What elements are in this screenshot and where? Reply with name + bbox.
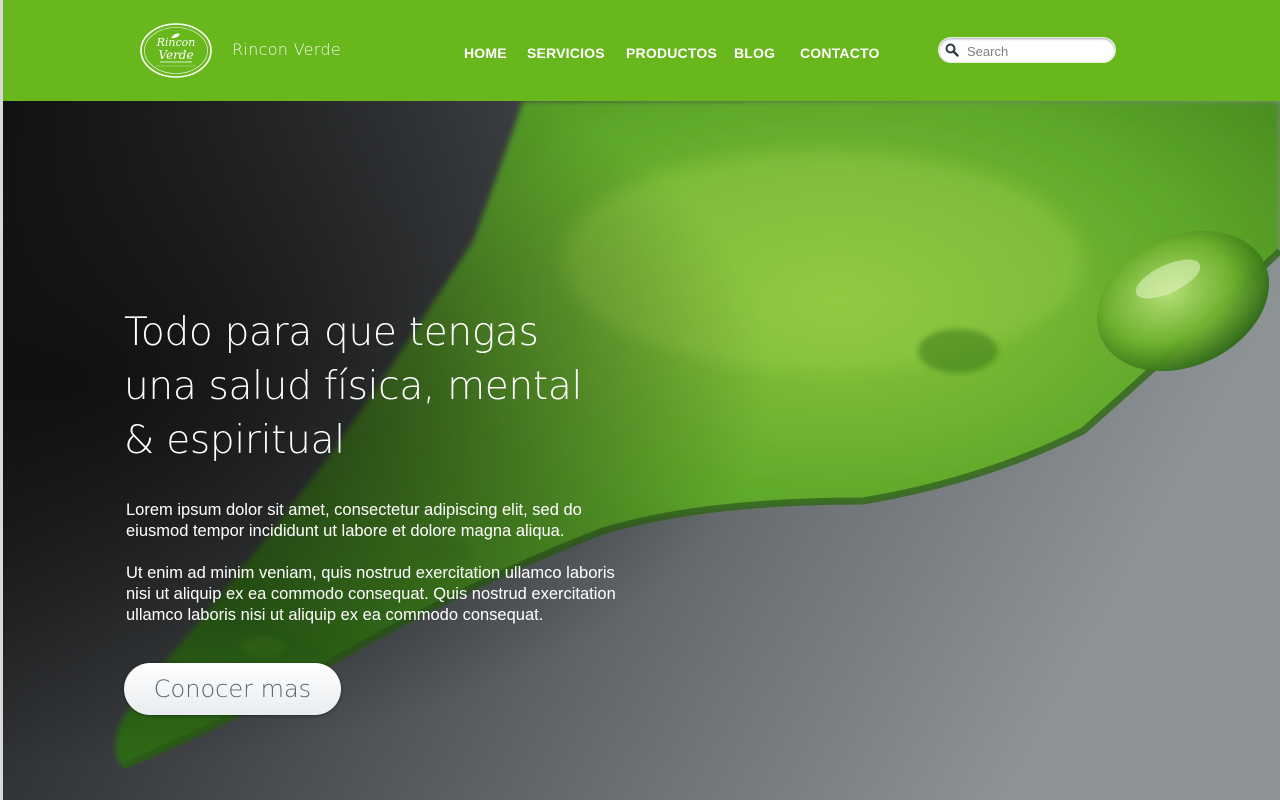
logo-leaf-icon: Rincon Verde [140, 23, 212, 78]
conocer-mas-button[interactable]: Conocer mas [124, 663, 341, 715]
nav-blog[interactable]: BLOG [734, 45, 775, 61]
headline-line: una salud física, mental [124, 364, 583, 409]
nav-productos[interactable]: PRODUCTOS [626, 45, 717, 61]
window-edge [0, 0, 3, 800]
hero-section: Todo para que tengas una salud física, m… [3, 101, 1280, 800]
nav-home[interactable]: HOME [464, 45, 507, 61]
nav-servicios[interactable]: SERVICIOS [527, 45, 605, 61]
svg-text:Verde: Verde [158, 48, 193, 62]
headline-line: & espiritual [124, 418, 345, 463]
search-input[interactable] [965, 41, 1109, 61]
logo[interactable]: Rincon Verde [138, 22, 214, 79]
site-header: Rincon Verde Rincon Verde HOME SERVICIOS… [3, 0, 1280, 101]
hero-headline: Todo para que tengas una salud física, m… [124, 306, 644, 468]
hero-paragraph-1: Lorem ipsum dolor sit amet, consectetur … [126, 501, 582, 540]
brand-name: Rincon Verde [232, 40, 341, 59]
hero-paragraph-2: Ut enim ad minim veniam, quis nostrud ex… [126, 564, 616, 624]
search-icon [945, 43, 959, 57]
headline-line: Todo para que tengas [124, 310, 539, 355]
nav-contacto[interactable]: CONTACTO [800, 45, 880, 61]
search-box[interactable] [938, 37, 1116, 63]
